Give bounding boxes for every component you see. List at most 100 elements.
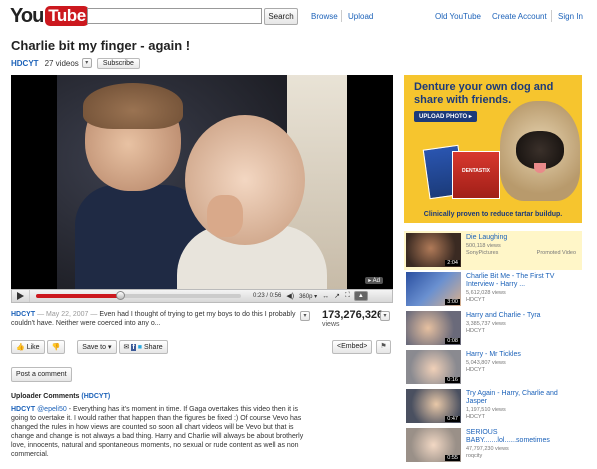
duration-badge: 0:16 xyxy=(445,377,460,383)
duration-badge: 2:04 xyxy=(445,260,460,266)
video-thumbnail[interactable]: 0:16 xyxy=(406,350,461,384)
thumbs-down-icon: 👎 xyxy=(51,344,61,351)
related-views: 500,118 views xyxy=(466,243,501,249)
duration-badge: 3:00 xyxy=(445,299,460,305)
volume-icon[interactable]: ◀) xyxy=(286,292,294,300)
related-video-title[interactable]: Try Again - Harry, Charlie and Jasper xyxy=(466,390,578,406)
browse-link[interactable]: Browse xyxy=(311,12,338,21)
related-video-item[interactable]: 2:04 Die Laughing 500,118 views SonyPict… xyxy=(404,231,582,270)
old-youtube-link[interactable]: Old YouTube xyxy=(435,12,481,21)
video-count: 27 videos xyxy=(44,58,79,68)
nav-divider xyxy=(551,10,552,22)
youtube-logo[interactable]: You Tube xyxy=(10,5,89,27)
video-thumbnail[interactable]: 0:08 xyxy=(406,311,461,345)
progress-fill xyxy=(36,294,121,298)
video-description: HDCYT — May 22, 2007 — Even had I though… xyxy=(11,310,309,328)
progress-bar[interactable] xyxy=(36,291,241,300)
related-views: 5,043,807 views xyxy=(466,360,506,366)
chevron-down-icon[interactable]: ▾ xyxy=(81,58,92,68)
video-frame xyxy=(57,75,347,289)
nav-divider xyxy=(341,10,342,22)
upload-date: — May 22, 2007 — xyxy=(37,311,98,318)
dislike-button[interactable]: 👎 xyxy=(46,340,66,354)
duration-badge: 0:08 xyxy=(445,338,460,344)
related-video-item[interactable]: 0:16 Harry - Mr Tickles 5,043,807 views … xyxy=(404,348,582,387)
related-channel: roqcity xyxy=(466,453,483,459)
video-thumbnail[interactable]: 0:55 xyxy=(406,428,461,462)
promoted-label: Promoted Video xyxy=(536,250,576,256)
logo-tube: Tube xyxy=(45,6,89,26)
uploader-comment: HDCYT @epeli50 - Everything has it's mom… xyxy=(11,405,311,459)
related-video-item[interactable]: 3:00 Charlie Bit Me - The First TV Inter… xyxy=(404,270,582,309)
popout-icon[interactable]: ↗ xyxy=(334,292,340,300)
comment-text: - Everything has it's moment in time. If… xyxy=(11,406,304,458)
eject-icon[interactable]: ▲ xyxy=(353,291,368,301)
upload-link[interactable]: Upload xyxy=(348,12,373,21)
related-channel: HDCYT xyxy=(466,367,485,373)
related-video-title[interactable]: Charlie Bit Me - The First TV Interview … xyxy=(466,273,578,289)
related-channel: HDCYT xyxy=(466,328,485,334)
related-video-title[interactable]: Harry - Mr Tickles xyxy=(466,351,578,359)
chevron-down-icon: ▾ xyxy=(108,344,112,351)
views-count: 173,276,326 xyxy=(322,309,384,321)
fullscreen-icon[interactable]: ⛶ xyxy=(345,292,350,300)
email-icon: ✉ xyxy=(123,344,130,351)
save-to-button[interactable]: Save to ▾ xyxy=(77,340,117,354)
video-thumbnail[interactable]: 2:04 xyxy=(406,233,461,267)
play-button[interactable] xyxy=(12,290,30,302)
related-channel: HDCYT xyxy=(466,414,485,420)
video-player[interactable]: ▸ Ad xyxy=(11,75,393,289)
related-views: 47,797,230 views xyxy=(466,446,509,452)
related-videos: 2:04 Die Laughing 500,118 views SonyPict… xyxy=(404,231,582,465)
view-counter: 173,276,326 views xyxy=(322,309,383,328)
baby-head xyxy=(185,115,305,245)
flag-icon[interactable]: ⚑ xyxy=(376,340,391,354)
related-video-item[interactable]: 0:47 Try Again - Harry, Charlie and Jasp… xyxy=(404,387,582,426)
stats-toggle-icon[interactable]: ▾ xyxy=(380,311,390,321)
player-controls: 0:23 / 0:56 ◀) 360p ▾ ↔ ↗ ⛶ ▲ xyxy=(11,289,393,303)
comment-author-link[interactable]: HDCYT xyxy=(11,406,35,413)
related-video-title[interactable]: SERIOUS BABY.......lol......sometimes xyxy=(466,429,578,445)
progress-scrubber[interactable] xyxy=(116,291,126,300)
play-icon xyxy=(17,292,24,300)
ad-upload-photo-button[interactable]: UPLOAD PHOTO ▸ xyxy=(414,111,477,122)
search-button[interactable]: Search xyxy=(264,8,298,25)
ad-badge: ▸ Ad xyxy=(365,277,383,284)
quality-selector[interactable]: 360p ▾ xyxy=(299,293,317,300)
expand-icon[interactable]: ↔ xyxy=(322,293,329,300)
create-account-link[interactable]: Create Account xyxy=(492,12,547,21)
channel-row: HDCYT 27 videos ▾ Subscribe xyxy=(11,56,140,70)
related-video-title[interactable]: Harry and Charlie - Tyra xyxy=(466,312,578,320)
views-label: views xyxy=(322,321,340,328)
search-input[interactable] xyxy=(87,8,262,24)
video-title: Charlie bit my finger - again ! xyxy=(11,38,191,53)
ad-footer: Clinically proven to reduce tartar build… xyxy=(404,207,582,223)
related-views: 5,612,028 views xyxy=(466,290,506,296)
video-thumbnail[interactable]: 3:00 xyxy=(406,272,461,306)
share-button[interactable]: ✉ f ■ Share xyxy=(118,340,168,354)
related-video-item[interactable]: 0:55 SERIOUS BABY.......lol......sometim… xyxy=(404,426,582,465)
related-video-item[interactable]: 0:08 Harry and Charlie - Tyra 3,385,737 … xyxy=(404,309,582,348)
expand-description-icon[interactable]: ▾ xyxy=(300,311,310,321)
description-author-link[interactable]: HDCYT xyxy=(11,311,35,318)
duration-badge: 0:55 xyxy=(445,455,460,461)
time-display: 0:23 / 0:56 xyxy=(253,293,282,299)
twitter-icon: ■ xyxy=(137,343,142,351)
older-boy-hair xyxy=(83,83,183,129)
video-thumbnail[interactable]: 0:47 xyxy=(406,389,461,423)
sign-in-link[interactable]: Sign In xyxy=(558,12,583,21)
related-video-title[interactable]: Die Laughing xyxy=(466,234,578,242)
post-comment-button[interactable]: Post a comment xyxy=(11,367,72,382)
logo-you: You xyxy=(10,5,44,27)
dentastix-box-image: DENTASTIX xyxy=(452,151,500,199)
uploader-comments-heading: Uploader Comments (HDCYT) xyxy=(11,393,111,400)
related-views: 1,197,510 views xyxy=(466,407,506,413)
channel-name-link[interactable]: HDCYT xyxy=(11,59,39,68)
like-button[interactable]: 👍 Like xyxy=(11,340,45,354)
subscribe-button[interactable]: Subscribe xyxy=(96,57,140,69)
hand xyxy=(207,195,243,237)
related-channel: SonyPictures xyxy=(466,250,499,256)
embed-button[interactable]: <Embed> xyxy=(332,340,373,354)
advertisement[interactable]: Denture your own dog and share with frie… xyxy=(404,75,582,223)
comment-reply-handle[interactable]: @epeli50 xyxy=(37,406,67,413)
